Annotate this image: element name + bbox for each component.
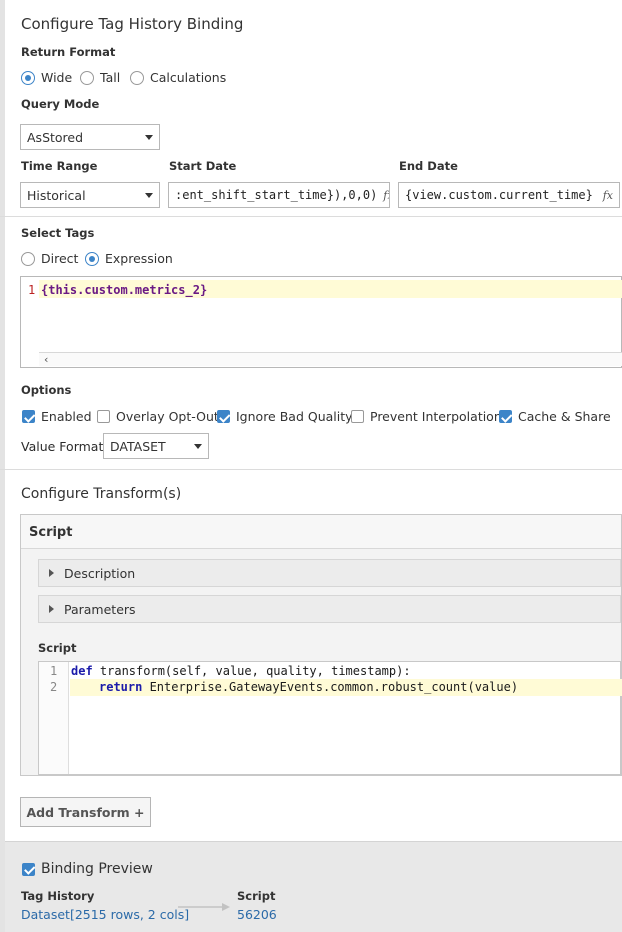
transforms-title: Configure Transform(s) (21, 486, 182, 502)
end-date-input[interactable]: {view.custom.current_time} fx (398, 182, 620, 208)
radio-wide[interactable] (21, 70, 35, 85)
value-format-label: Value Format (21, 439, 104, 454)
return-format-tall[interactable]: Tall (80, 70, 120, 85)
transform-type-title: Script (29, 525, 73, 540)
chevron-right-icon (49, 605, 54, 613)
script-result-label: Script (237, 889, 276, 903)
tag-history-label: Tag History (21, 889, 95, 903)
expression-text: {this.custom.metrics_2} (41, 283, 208, 297)
option-prevent-interpolation[interactable]: Prevent Interpolation (351, 409, 502, 424)
return-format-label: Return Format (21, 45, 116, 59)
expression-editor[interactable]: 1 {this.custom.metrics_2} ‹ (20, 276, 622, 368)
line-number: 1 (50, 664, 58, 678)
option-enabled-label: Enabled (41, 409, 92, 424)
radio-tall-label: Tall (100, 70, 121, 85)
binding-preview-toggle[interactable]: Binding Preview (22, 861, 153, 877)
code-line-1: def transform(self, value, quality, time… (71, 664, 411, 678)
radio-tall[interactable] (80, 70, 94, 85)
parameters-accordion[interactable]: Parameters (38, 595, 621, 623)
radio-direct-label: Direct (41, 251, 79, 266)
start-date-input[interactable]: :ent_shift_start_time}),0,0) fx (168, 182, 390, 208)
tag-history-value[interactable]: Dataset[2515 rows, 2 cols] (21, 907, 189, 922)
divider (0, 216, 622, 217)
select-tags-label: Select Tags (21, 226, 95, 240)
query-mode-value: AsStored (27, 129, 84, 145)
chevron-down-icon (145, 192, 153, 198)
transform-card-header: Script (21, 515, 621, 549)
code-keyword: return (99, 680, 143, 694)
code-text: transform(self, value, quality, timestam… (92, 664, 411, 678)
query-mode-label: Query Mode (21, 97, 100, 111)
arrow-right-icon (178, 903, 230, 911)
option-overlay-opt-out[interactable]: Overlay Opt-Out (97, 409, 219, 424)
option-ignore-bad-quality[interactable]: Ignore Bad Quality (217, 409, 353, 424)
script-gutter (39, 662, 69, 774)
binding-preview-label: Binding Preview (41, 861, 153, 877)
code-line-2: return Enterprise.GatewayEvents.common.r… (99, 680, 518, 694)
option-cache-share[interactable]: Cache & Share (499, 409, 611, 424)
radio-expression[interactable] (85, 251, 99, 266)
time-range-value: Historical (27, 187, 86, 203)
checkbox-ignore-bad-quality[interactable] (217, 410, 230, 423)
select-tags-expression[interactable]: Expression (85, 251, 173, 266)
start-date-label: Start Date (169, 159, 237, 173)
fx-icon[interactable]: fx (597, 189, 613, 202)
left-rail (0, 0, 5, 932)
return-format-calculations[interactable]: Calculations (130, 70, 226, 85)
option-ignore-bad-quality-label: Ignore Bad Quality (236, 409, 353, 424)
chevron-down-icon (145, 134, 153, 140)
code-keyword: def (71, 664, 93, 678)
option-overlay-opt-out-label: Overlay Opt-Out (116, 409, 219, 424)
chevron-right-icon (49, 569, 54, 577)
scroll-left-icon[interactable]: ‹ (44, 353, 48, 366)
checkbox-enabled[interactable] (22, 410, 35, 423)
query-mode-select[interactable]: AsStored (20, 124, 160, 150)
script-result-value[interactable]: 56206 (237, 907, 277, 922)
chevron-down-icon (194, 443, 202, 449)
option-enabled[interactable]: Enabled (22, 409, 92, 424)
parameters-label: Parameters (64, 601, 136, 617)
end-date-value: {view.custom.current_time} (405, 188, 593, 202)
panel-title: Configure Tag History Binding (21, 15, 244, 33)
fx-icon[interactable]: fx (377, 189, 389, 202)
radio-calculations[interactable] (130, 70, 144, 85)
description-accordion[interactable]: Description (38, 559, 621, 587)
radio-calculations-label: Calculations (150, 70, 227, 85)
description-label: Description (64, 565, 136, 581)
option-prevent-interpolation-label: Prevent Interpolation (370, 409, 502, 424)
radio-wide-label: Wide (41, 70, 73, 85)
script-label: Script (38, 641, 77, 655)
radio-expression-label: Expression (105, 251, 173, 266)
start-date-value: :ent_shift_start_time}),0,0) (175, 188, 378, 202)
horizontal-scrollbar[interactable]: ‹ (39, 352, 622, 366)
checkbox-cache-share[interactable] (499, 410, 512, 423)
line-number: 1 (28, 283, 36, 297)
add-transform-button[interactable]: Add Transform + (20, 797, 151, 827)
end-date-label: End Date (399, 159, 458, 173)
return-format-wide[interactable]: Wide (21, 70, 72, 85)
checkbox-binding-preview[interactable] (22, 862, 35, 876)
time-range-select[interactable]: Historical (20, 182, 160, 208)
divider (0, 469, 622, 470)
checkbox-overlay-opt-out[interactable] (97, 410, 110, 423)
code-text: Enterprise.GatewayEvents.common.robust_c… (142, 680, 519, 694)
radio-direct[interactable] (21, 251, 35, 266)
options-label: Options (21, 383, 72, 397)
value-format-select[interactable]: DATASET (103, 433, 209, 459)
time-range-label: Time Range (21, 159, 98, 173)
script-editor[interactable]: 1 2 def transform(self, value, quality, … (38, 661, 622, 775)
line-number: 2 (50, 680, 58, 694)
transform-card: Script Description Parameters Script 1 2… (20, 514, 622, 776)
checkbox-prevent-interpolation[interactable] (351, 410, 364, 423)
option-cache-share-label: Cache & Share (518, 409, 611, 424)
select-tags-direct[interactable]: Direct (21, 251, 78, 266)
value-format-value: DATASET (110, 438, 166, 454)
